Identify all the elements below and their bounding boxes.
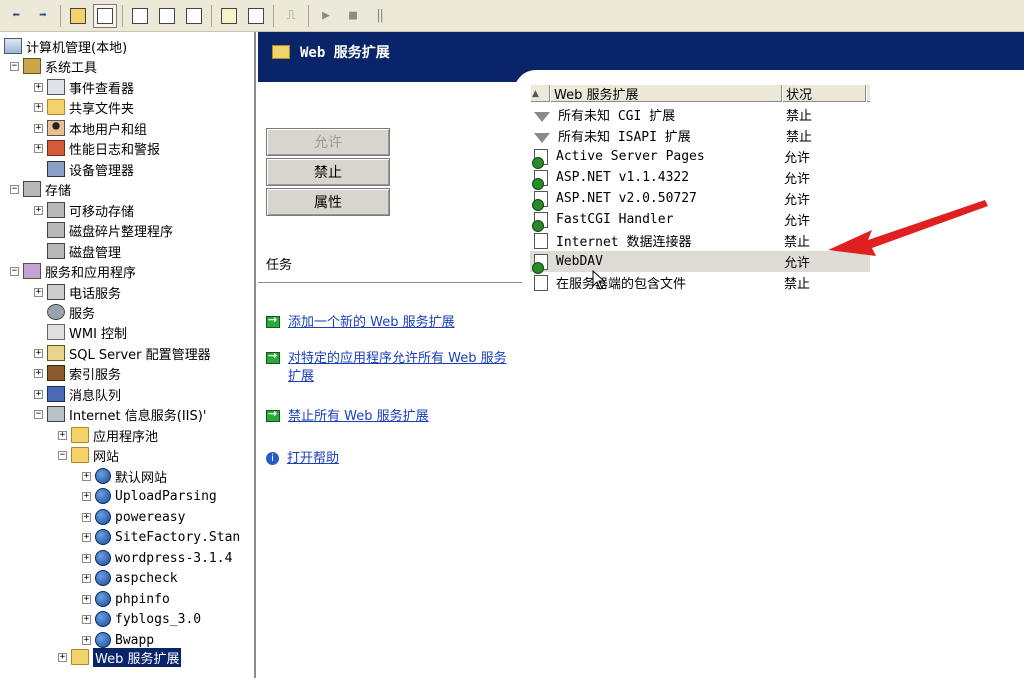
annotation-arrow-icon (828, 200, 988, 256)
mouse-cursor-icon (592, 270, 606, 290)
